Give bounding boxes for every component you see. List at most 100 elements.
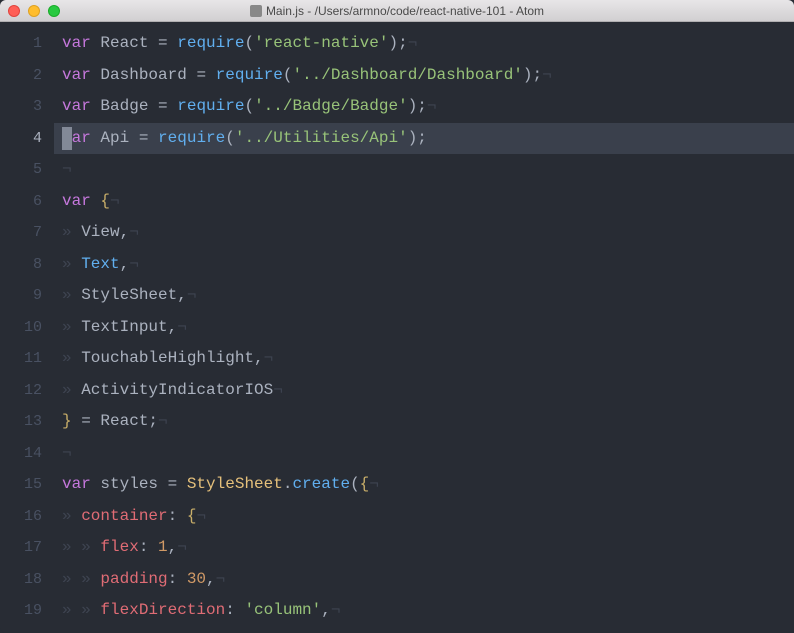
code-line[interactable]: » TextInput,¬ [54, 312, 794, 344]
code-line[interactable]: var {¬ [54, 186, 794, 218]
token-brace: { [187, 507, 197, 525]
traffic-lights [8, 5, 60, 17]
line-number[interactable]: 17 [0, 532, 54, 564]
token-punct: , [168, 538, 178, 556]
code-line[interactable]: » TouchableHighlight,¬ [54, 343, 794, 375]
token-invisible: ¬ [129, 255, 139, 273]
code-line[interactable]: var styles = StyleSheet.create({¬ [54, 469, 794, 501]
code-line[interactable]: var Api = require('../Utilities/Api'); [54, 123, 794, 155]
code-line[interactable]: » ActivityIndicatorIOS¬ [54, 375, 794, 407]
token-punct: : [139, 538, 158, 556]
token-invisible: ¬ [196, 507, 206, 525]
close-button[interactable] [8, 5, 20, 17]
token-punct: ( [225, 129, 235, 147]
token-punct: TouchableHighlight, [81, 349, 263, 367]
line-number[interactable]: 8 [0, 249, 54, 281]
token-brace: } [62, 412, 72, 430]
token-prop: flex [100, 538, 138, 556]
line-number[interactable]: 11 [0, 343, 54, 375]
token-str: '../Badge/Badge' [254, 97, 408, 115]
token-punct: : [168, 507, 187, 525]
token-punct: ( [350, 475, 360, 493]
line-number[interactable]: 3 [0, 91, 54, 123]
token-str: '../Utilities/Api' [235, 129, 408, 147]
token-invisible: » » [62, 538, 100, 556]
token-punct: Badge [91, 97, 158, 115]
token-punct: = React; [72, 412, 158, 430]
code-line[interactable]: var Dashboard = require('../Dashboard/Da… [54, 60, 794, 92]
token-punct: = [196, 66, 215, 84]
token-punct: React [91, 34, 158, 52]
token-punct: ( [244, 97, 254, 115]
token-punct: : [168, 570, 187, 588]
code-line[interactable]: } = React;¬ [54, 406, 794, 438]
token-invisible: ¬ [264, 349, 274, 367]
token-styles-name: StyleSheet [187, 475, 283, 493]
code-line[interactable]: » View,¬ [54, 217, 794, 249]
token-invisible: ¬ [427, 97, 437, 115]
line-number[interactable]: 6 [0, 186, 54, 218]
line-number[interactable]: 13 [0, 406, 54, 438]
titlebar[interactable]: Main.js - /Users/armno/code/react-native… [0, 0, 794, 22]
token-invisible: ¬ [177, 538, 187, 556]
window-title-text: Main.js - /Users/armno/code/react-native… [266, 4, 544, 18]
token-invisible: » » [62, 570, 100, 588]
token-invisible: ¬ [273, 381, 283, 399]
token-prop: flexDirection [100, 601, 225, 619]
token-invisible: » [62, 286, 81, 304]
token-punct: StyleSheet, [81, 286, 187, 304]
token-func: create [292, 475, 350, 493]
code-line[interactable]: var Badge = require('../Badge/Badge');¬ [54, 91, 794, 123]
line-number[interactable]: 5 [0, 154, 54, 186]
token-invisible: » [62, 223, 81, 241]
line-number[interactable]: 14 [0, 438, 54, 470]
token-num: 30 [187, 570, 206, 588]
gutter[interactable]: 12345678910111213141516171819 [0, 22, 54, 633]
line-number[interactable]: 2 [0, 60, 54, 92]
token-invisible: ¬ [177, 318, 187, 336]
token-punct: ( [244, 34, 254, 52]
token-invisible: ¬ [216, 570, 226, 588]
token-invisible: » [62, 507, 81, 525]
token-func: require [177, 97, 244, 115]
token-func: require [177, 34, 244, 52]
editor-area[interactable]: 12345678910111213141516171819 var React … [0, 22, 794, 633]
token-punct: ); [408, 97, 427, 115]
code-line[interactable]: » StyleSheet,¬ [54, 280, 794, 312]
token-str: '../Dashboard/Dashboard' [292, 66, 522, 84]
token-prop: container [81, 507, 167, 525]
token-str: 'column' [244, 601, 321, 619]
token-kw: var [62, 66, 91, 84]
token-invisible: » » [62, 601, 100, 619]
token-invisible: ¬ [62, 160, 72, 178]
code-line[interactable]: » » flex: 1,¬ [54, 532, 794, 564]
code-line[interactable]: var React = require('react-native');¬ [54, 28, 794, 60]
code-line[interactable]: » » padding: 30,¬ [54, 564, 794, 596]
token-kw: var [62, 475, 91, 493]
token-brace: { [360, 475, 370, 493]
token-str: 'react-native' [254, 34, 388, 52]
token-kw: var [62, 34, 91, 52]
line-number[interactable]: 4 [0, 123, 54, 155]
line-number[interactable]: 9 [0, 280, 54, 312]
code-line[interactable]: ¬ [54, 438, 794, 470]
code-line[interactable]: » Text,¬ [54, 249, 794, 281]
line-number[interactable]: 12 [0, 375, 54, 407]
token-invisible: » [62, 349, 81, 367]
code-area[interactable]: var React = require('react-native');¬var… [54, 22, 794, 633]
line-number[interactable]: 16 [0, 501, 54, 533]
file-icon [250, 5, 262, 17]
line-number[interactable]: 15 [0, 469, 54, 501]
code-line[interactable]: » container: {¬ [54, 501, 794, 533]
line-number[interactable]: 1 [0, 28, 54, 60]
code-line[interactable]: ¬ [54, 154, 794, 186]
line-number[interactable]: 18 [0, 564, 54, 596]
maximize-button[interactable] [48, 5, 60, 17]
code-line[interactable]: » » flexDirection: 'column',¬ [54, 595, 794, 627]
token-invisible: ¬ [110, 192, 120, 210]
token-invisible: ¬ [158, 412, 168, 430]
minimize-button[interactable] [28, 5, 40, 17]
line-number[interactable]: 7 [0, 217, 54, 249]
line-number[interactable]: 10 [0, 312, 54, 344]
line-number[interactable]: 19 [0, 595, 54, 627]
